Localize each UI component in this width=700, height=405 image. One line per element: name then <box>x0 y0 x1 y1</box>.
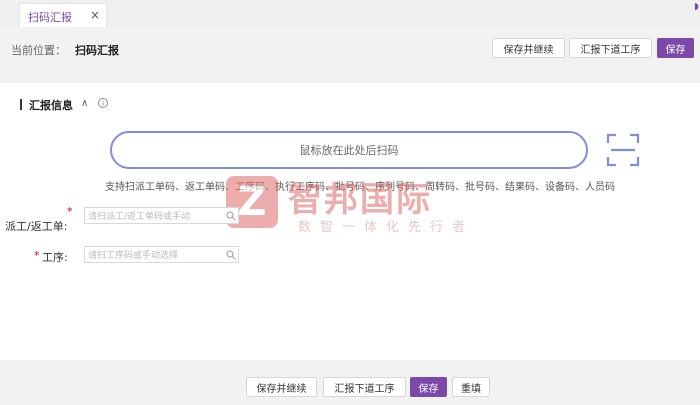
scan-area[interactable]: 鼠标放在此处后扫码 <box>110 131 588 169</box>
corner-chevron-icon: ◗ <box>694 2 699 12</box>
search-icon[interactable] <box>226 211 236 221</box>
tab-bar: 扫码汇报 × ◗ <box>0 0 700 27</box>
dispatch-label: 派工/返工单: <box>5 220 68 233</box>
info-icon[interactable]: i <box>98 98 108 108</box>
scan-placeholder: 鼠标放在此处后扫码 <box>299 144 399 157</box>
watermark-subtitle: 数智一体化先行者 <box>298 220 475 235</box>
footer-save-button[interactable]: 保存 <box>410 377 447 397</box>
tab-scan-report[interactable]: 扫码汇报 × <box>19 3 107 27</box>
dispatch-placeholder: 请扫派工/返工单码或手动 <box>88 212 191 222</box>
save-continue-button[interactable]: 保存并继续 <box>492 38 565 58</box>
required-marker: * <box>67 205 73 218</box>
tab-label: 扫码汇报 <box>28 11 72 24</box>
report-next-process-button[interactable]: 汇报下道工序 <box>569 38 652 58</box>
watermark-logo: Z 智邦国际 数智一体化先行者 <box>226 172 486 235</box>
section-marker <box>20 99 22 110</box>
scan-icon[interactable] <box>606 133 640 167</box>
process-placeholder: 请扫工序码或手动选择 <box>88 251 179 261</box>
save-button[interactable]: 保存 <box>657 38 694 58</box>
footer-save-continue-button[interactable]: 保存并继续 <box>246 377 317 397</box>
breadcrumb-label: 当前位置： <box>11 44 66 57</box>
dispatch-input[interactable]: 请扫派工/返工单码或手动 <box>84 207 239 224</box>
footer-bar: 保存并继续 汇报下道工序 保存 重填 <box>0 360 700 405</box>
section-title: 汇报信息 <box>29 99 73 112</box>
watermark-title: 智邦国际 <box>288 180 432 220</box>
search-icon[interactable] <box>226 250 236 260</box>
close-icon[interactable]: × <box>90 8 100 22</box>
process-label: 工序: <box>42 251 68 264</box>
reset-button[interactable]: 重填 <box>452 377 490 397</box>
footer-report-next-process-button[interactable]: 汇报下道工序 <box>323 377 406 397</box>
process-input[interactable]: 请扫工序码或手动选择 <box>84 246 239 263</box>
breadcrumb-current: 扫码汇报 <box>75 44 119 57</box>
page-header: 当前位置： 扫码汇报 保存并继续 汇报下道工序 保存 <box>0 27 700 83</box>
chevron-up-icon[interactable]: ∧ <box>81 98 88 109</box>
required-marker: * <box>34 249 40 262</box>
